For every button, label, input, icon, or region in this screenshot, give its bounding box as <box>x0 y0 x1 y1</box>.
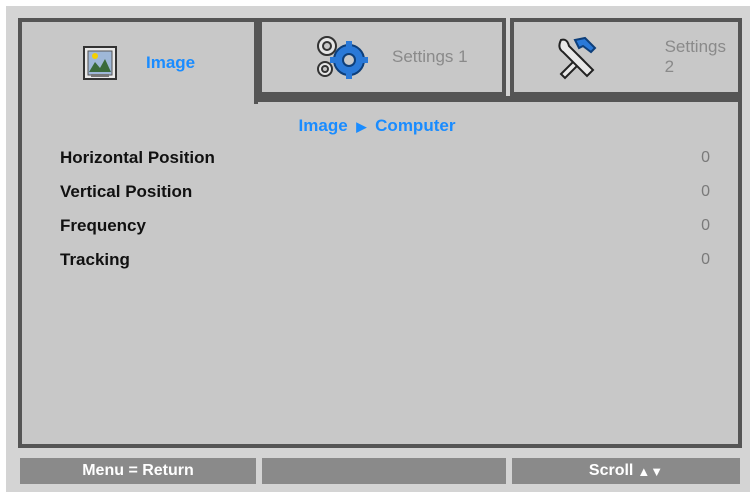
menu-row-frequency[interactable]: Frequency 0 <box>60 214 710 238</box>
tab-settings-2-label: Settings 2 <box>664 37 726 76</box>
menu-row-tracking[interactable]: Tracking 0 <box>60 248 710 272</box>
menu-row-vertical-position[interactable]: Vertical Position 0 <box>60 180 710 204</box>
menu-row-label: Frequency <box>60 216 146 235</box>
scroll-down-icon: ▼ <box>650 463 664 479</box>
menu-row-value: 0 <box>701 217 710 234</box>
menu-row-label: Horizontal Position <box>60 148 215 167</box>
panel-top-border <box>254 96 742 102</box>
footer-right-label: Scroll <box>588 462 634 479</box>
footer-scroll-hint: Scroll ▲ ▼ <box>510 456 742 486</box>
menu-row-value: 0 <box>701 149 710 166</box>
scroll-up-icon: ▲ <box>637 463 651 479</box>
tab-settings-1-label: Settings 1 <box>392 47 468 66</box>
breadcrumb-parent: Image <box>298 116 348 135</box>
tab-settings-2[interactable]: Settings 2 <box>510 18 742 96</box>
breadcrumb-child: Computer <box>375 116 456 135</box>
tab-image-label: Image <box>146 53 196 72</box>
chevron-right-icon: ▶ <box>356 119 367 134</box>
menu-row-label: Tracking <box>60 250 130 269</box>
osd-menu: Image Settings 1 Settings 2 Image ▶ Comp… <box>0 0 754 497</box>
menu-row-label: Vertical Position <box>60 182 193 201</box>
footer-middle <box>260 456 508 486</box>
tab-settings-1[interactable]: Settings 1 <box>258 18 506 96</box>
tab-image[interactable]: Image <box>18 18 258 104</box>
breadcrumb: Image ▶ Computer <box>0 116 754 136</box>
menu-row-value: 0 <box>701 251 710 268</box>
menu-row-value: 0 <box>701 183 710 200</box>
image-icon <box>80 43 120 83</box>
tools-icon <box>552 32 601 82</box>
footer-return-hint: Menu = Return <box>18 456 258 486</box>
footer-left-label: Menu = Return <box>82 462 194 479</box>
menu-row-horizontal-position[interactable]: Horizontal Position 0 <box>60 146 710 170</box>
gears-icon <box>310 32 370 82</box>
